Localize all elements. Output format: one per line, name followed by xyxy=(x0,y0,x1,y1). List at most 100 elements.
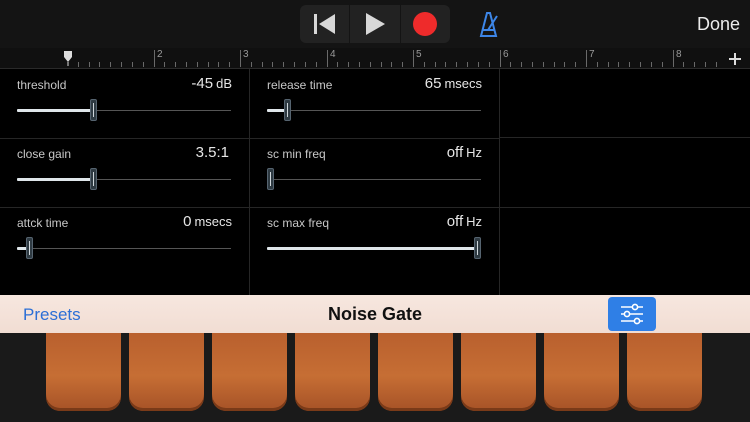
drum-pad[interactable] xyxy=(212,333,287,411)
sc-max-freq-slider[interactable] xyxy=(267,237,481,259)
release-time-control: release time 65 msecs xyxy=(250,69,500,139)
metronome-icon xyxy=(479,12,498,37)
ruler-tick xyxy=(662,62,663,67)
ruler-tick xyxy=(478,62,479,67)
value-number: 0 xyxy=(183,213,192,230)
ruler-tick xyxy=(694,62,695,67)
ruler-tick xyxy=(327,50,328,67)
sc-max-freq-control: sc max freq off Hz xyxy=(250,207,500,295)
add-section-button[interactable] xyxy=(728,48,742,71)
close-gain-slider[interactable] xyxy=(17,168,231,190)
ruler-bar-number: 3 xyxy=(243,49,249,60)
ruler-tick xyxy=(543,62,544,67)
value-unit: Hz xyxy=(466,214,482,229)
ruler-tick xyxy=(586,50,587,67)
drum-pad[interactable] xyxy=(461,333,536,411)
attack-time-control: attck time 0 msecs xyxy=(0,207,250,295)
ruler-tick xyxy=(554,62,555,67)
ruler-tick xyxy=(391,62,392,67)
ruler-tick xyxy=(99,62,100,67)
ruler-tick xyxy=(402,62,403,67)
ruler-tick xyxy=(510,62,511,67)
plus-icon xyxy=(729,53,741,65)
ruler-tick xyxy=(164,62,165,67)
ruler-tick xyxy=(456,62,457,67)
attack-time-slider[interactable] xyxy=(17,237,231,259)
done-button[interactable]: Done xyxy=(697,14,740,35)
ruler-tick xyxy=(716,62,717,67)
ruler-tick xyxy=(78,62,79,67)
ruler-tick xyxy=(521,62,522,67)
ruler-tick xyxy=(240,50,241,67)
drum-pad[interactable] xyxy=(544,333,619,411)
rewind-button[interactable] xyxy=(300,5,349,43)
ruler-tick xyxy=(381,62,382,67)
play-button[interactable] xyxy=(349,5,399,43)
ruler-tick xyxy=(618,62,619,67)
metronome-button[interactable] xyxy=(473,10,503,38)
slider-thumb[interactable] xyxy=(284,99,291,121)
threshold-value: -45 dB xyxy=(191,75,232,92)
ruler-tick xyxy=(272,62,273,67)
slider-thumb[interactable] xyxy=(474,237,481,259)
drum-pad[interactable] xyxy=(378,333,453,411)
threshold-slider[interactable] xyxy=(17,99,231,121)
ruler-tick xyxy=(262,62,263,67)
record-icon xyxy=(413,12,438,36)
ruler-tick xyxy=(186,62,187,67)
slider-thumb[interactable] xyxy=(90,99,97,121)
ruler-tick xyxy=(500,50,501,67)
value-unit: msecs xyxy=(444,76,482,91)
value-number: 3.5:1 xyxy=(195,144,229,161)
ruler-tick xyxy=(467,62,468,67)
ruler-tick xyxy=(251,62,252,67)
timeline-ruler[interactable]: 2 3 4 5 6 7 8 xyxy=(0,48,750,69)
value-number: off xyxy=(446,213,464,230)
release-time-value: 65 msecs xyxy=(425,75,482,92)
play-icon xyxy=(365,13,385,35)
ruler-tick xyxy=(143,62,144,67)
ruler-tick xyxy=(229,62,230,67)
slider-thumb[interactable] xyxy=(26,237,33,259)
sc-min-freq-control: sc min freq off Hz xyxy=(250,138,500,208)
slider-thumb[interactable] xyxy=(267,168,274,190)
sc-min-freq-label: sc min freq xyxy=(267,147,326,161)
drum-pad[interactable] xyxy=(46,333,121,411)
close-gain-control: close gain 3.5:1 xyxy=(0,138,250,208)
value-unit: Hz xyxy=(466,145,482,160)
drum-pad[interactable] xyxy=(627,333,702,411)
value-number: -45 xyxy=(191,75,214,92)
sc-max-freq-value: off Hz xyxy=(447,213,482,230)
sc-max-freq-label: sc max freq xyxy=(267,216,330,230)
slider-fill xyxy=(17,109,94,112)
ruler-tick xyxy=(673,50,674,67)
slider-thumb[interactable] xyxy=(90,168,97,190)
empty-parameter-divider xyxy=(500,137,750,138)
value-unit: dB xyxy=(216,76,232,91)
ruler-tick xyxy=(564,62,565,67)
ruler-bar-number: 7 xyxy=(589,49,595,60)
noise-gate-parameters: threshold -45 dB release time 65 msecs close g… xyxy=(0,69,750,295)
record-button[interactable] xyxy=(399,5,450,43)
drum-pad[interactable] xyxy=(295,333,370,411)
ruler-bar-number: 2 xyxy=(157,49,163,60)
sliders-icon xyxy=(621,303,643,325)
controls-toggle-button[interactable] xyxy=(608,297,656,331)
ruler-bar-number: 4 xyxy=(330,49,336,60)
playhead-icon[interactable] xyxy=(63,50,73,66)
ruler-tick xyxy=(651,62,652,67)
ruler-tick xyxy=(154,50,155,67)
ruler-tick xyxy=(218,62,219,67)
ruler-tick xyxy=(489,62,490,67)
ruler-tick xyxy=(424,62,425,67)
sc-min-freq-slider[interactable] xyxy=(267,168,481,190)
ruler-tick xyxy=(445,62,446,67)
ruler-tick xyxy=(435,62,436,67)
ruler-tick xyxy=(413,50,414,67)
threshold-label: threshold xyxy=(17,78,67,92)
drum-pad[interactable] xyxy=(129,333,204,411)
ruler-tick xyxy=(197,62,198,67)
ruler-bar-number: 5 xyxy=(416,49,422,60)
ruler-bar-number: 8 xyxy=(676,49,682,60)
release-time-slider[interactable] xyxy=(267,99,481,121)
